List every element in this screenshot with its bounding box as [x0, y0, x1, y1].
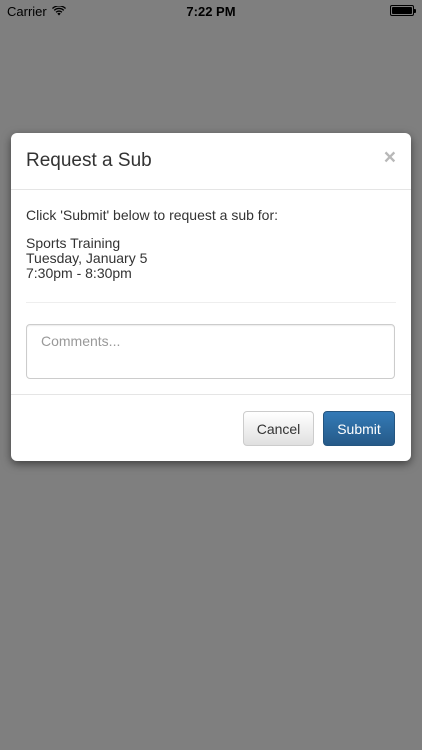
event-time: 7:30pm - 8:30pm [26, 265, 132, 281]
battery-icon [390, 5, 416, 16]
modal-header: Request a Sub × [11, 133, 411, 190]
request-sub-modal: Request a Sub × Click 'Submit' below to … [11, 133, 411, 461]
modal-title: Request a Sub [26, 150, 152, 171]
modal-body: Click 'Submit' below to request a sub fo… [11, 190, 411, 395]
modal-footer: Cancel Submit [11, 395, 411, 461]
comments-input[interactable] [26, 324, 395, 379]
status-bar: Carrier 7:22 PM [0, 0, 422, 22]
submit-button[interactable]: Submit [323, 411, 395, 446]
close-icon[interactable]: × [384, 147, 396, 168]
event-name: Sports Training [26, 235, 121, 251]
cancel-button[interactable]: Cancel [243, 411, 314, 446]
event-date: Tuesday, January 5 [26, 250, 148, 266]
battery-fill [392, 7, 412, 14]
divider [26, 302, 396, 303]
battery-outline [390, 5, 416, 16]
event-details: Sports Training Tuesday, January 5 7:30p… [26, 236, 396, 281]
intro-text: Click 'Submit' below to request a sub fo… [26, 207, 279, 223]
status-time: 7:22 PM [186, 4, 236, 19]
